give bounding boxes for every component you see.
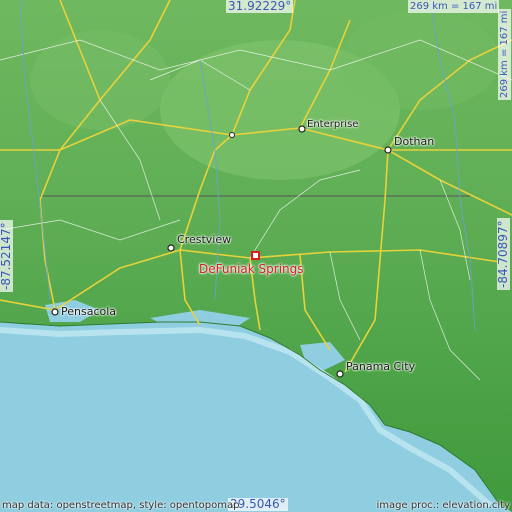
city-label-panama-city: Panama City [346, 360, 416, 373]
city-label-crestview: Crestview [177, 233, 232, 246]
town-dot [229, 132, 235, 138]
city-dot-panama-city [336, 370, 344, 378]
city-label-enterprise: Enterprise [307, 119, 359, 130]
longitude-right-label: -84.70897° [496, 218, 510, 290]
city-label-pensacola: Pensacola [61, 305, 117, 318]
map-credit: map data: openstreetmap, style: opentopo… [2, 500, 240, 511]
image-credit: image proc.: elevation.city [376, 500, 511, 511]
city-dot-crestview [167, 244, 175, 252]
map-view[interactable]: Enterprise Dothan Crestview Pensacola Pa… [0, 0, 512, 512]
city-dot-pensacola [51, 308, 59, 316]
location-label: DeFuniak Springs [199, 262, 304, 276]
scale-label-right: 269 km = 167 mi [498, 8, 511, 100]
city-dot-enterprise [298, 125, 306, 133]
terrain-layer [0, 0, 512, 512]
city-dot-dothan [384, 146, 392, 154]
latitude-top-label: 31.92229° [226, 0, 294, 13]
city-label-dothan: Dothan [394, 135, 435, 148]
location-marker[interactable] [251, 251, 260, 260]
scale-label-top: 269 km = 167 mi [408, 0, 500, 13]
longitude-left-label: -87.52147° [0, 220, 13, 292]
highland [30, 30, 170, 130]
highland [340, 10, 500, 110]
